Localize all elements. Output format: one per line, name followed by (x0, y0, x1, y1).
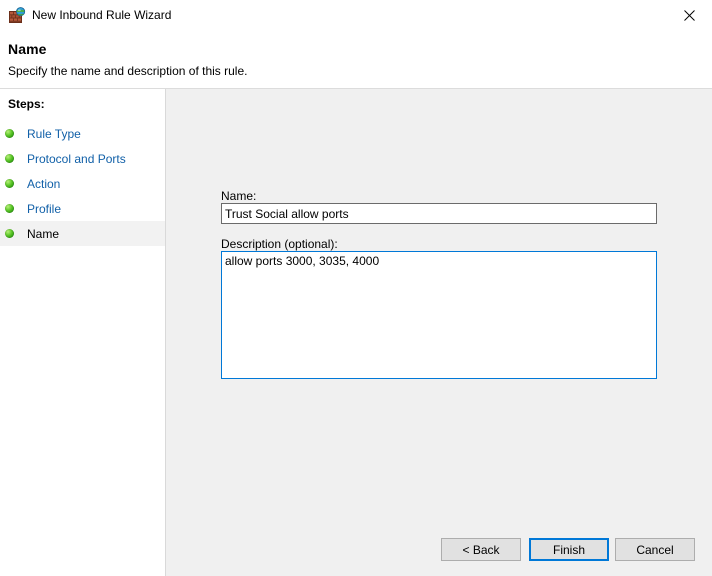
wizard-window: New Inbound Rule Wizard Name Specify the… (0, 0, 712, 576)
steps-list: Rule Type Protocol and Ports Action Prof… (0, 121, 165, 246)
page-header: Name Specify the name and description of… (0, 30, 712, 88)
sidebar-item-protocol-and-ports[interactable]: Protocol and Ports (0, 146, 165, 171)
finish-button[interactable]: Finish (529, 538, 609, 561)
sidebar-item-label: Action (27, 176, 61, 191)
dialog-button-bar: < Back Finish Cancel (166, 538, 712, 576)
sidebar-item-name[interactable]: Name (0, 221, 165, 246)
sidebar-item-label: Protocol and Ports (27, 151, 126, 166)
sidebar-item-label: Profile (27, 201, 62, 216)
sidebar-item-rule-type[interactable]: Rule Type (0, 121, 165, 146)
description-input[interactable] (221, 251, 657, 379)
name-input[interactable] (221, 203, 657, 224)
green-bullet-icon (5, 179, 14, 188)
page-title: Name (8, 41, 47, 57)
close-icon[interactable] (667, 0, 712, 30)
title-bar: New Inbound Rule Wizard (0, 0, 712, 30)
steps-header: Steps: (8, 97, 45, 111)
sidebar-item-label: Name (27, 226, 60, 241)
description-field-label: Description (optional): (221, 237, 338, 251)
green-bullet-icon (5, 204, 14, 213)
sidebar-item-action[interactable]: Action (0, 171, 165, 196)
window-title: New Inbound Rule Wizard (32, 8, 172, 22)
firewall-icon (9, 7, 26, 24)
content-panel: Name: Description (optional): < Back Fin… (166, 89, 712, 576)
sidebar-item-label: Rule Type (27, 126, 81, 141)
name-field-label: Name: (221, 189, 257, 203)
sidebar-item-profile[interactable]: Profile (0, 196, 165, 221)
wizard-body: Steps: Rule Type Protocol and Ports Acti… (0, 88, 712, 576)
green-bullet-icon (5, 154, 14, 163)
cancel-button[interactable]: Cancel (615, 538, 695, 561)
steps-sidebar: Steps: Rule Type Protocol and Ports Acti… (0, 89, 166, 576)
page-subtitle: Specify the name and description of this… (8, 64, 248, 78)
back-button[interactable]: < Back (441, 538, 521, 561)
green-bullet-icon (5, 229, 14, 238)
green-bullet-icon (5, 129, 14, 138)
